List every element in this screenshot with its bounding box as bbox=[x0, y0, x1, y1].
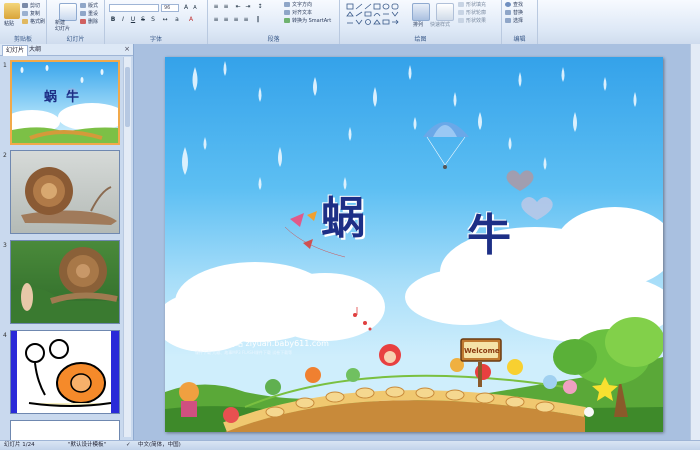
slide-canvas[interactable]: 蜗 牛 Welcome 幼教资源网站 ziyuan.baby611.com 课件… bbox=[165, 57, 663, 432]
new-slide-icon[interactable] bbox=[59, 3, 77, 21]
font-group-label: 字体 bbox=[149, 36, 162, 43]
justify-icon[interactable]: ≡ bbox=[242, 16, 250, 24]
layout-button[interactable]: 版式 bbox=[80, 2, 98, 9]
line-spacing-icon[interactable]: ↕ bbox=[256, 3, 264, 11]
arrange-button[interactable]: 排列 bbox=[413, 21, 423, 28]
slides-panel: 幻灯片 大纲 × 1 蜗 牛 2 3 4 bbox=[0, 44, 134, 440]
grow-font-icon[interactable]: A bbox=[182, 4, 190, 12]
shape-effects-button[interactable]: 形状效果 bbox=[458, 17, 486, 24]
bold-icon[interactable]: B bbox=[109, 16, 117, 24]
new-slide-button[interactable]: 新建 幻灯片 bbox=[55, 20, 70, 32]
heart-balloon-2 bbox=[521, 196, 553, 220]
underline-icon[interactable]: U bbox=[129, 16, 137, 24]
thumbnail-number: 1 bbox=[3, 62, 7, 69]
font-color-icon[interactable]: A bbox=[187, 16, 195, 24]
font-name-select[interactable] bbox=[109, 4, 159, 12]
watermark: 幼教资源网站 ziyuan.baby611.com 课件下载 儿歌、故事MP3 … bbox=[195, 338, 329, 356]
convert-smartart-button[interactable]: 转换为 SmartArt bbox=[284, 17, 331, 24]
heart-balloon-1 bbox=[506, 170, 534, 191]
strikethrough-icon[interactable]: S bbox=[139, 16, 147, 24]
slide-thumbnail-5[interactable] bbox=[10, 420, 120, 440]
close-icon[interactable]: × bbox=[124, 45, 130, 54]
slides-group-label: 幻灯片 bbox=[66, 36, 85, 43]
align-right-icon[interactable]: ≡ bbox=[232, 16, 240, 24]
clouds bbox=[165, 207, 663, 352]
watermark-main: 幼教资源网站 ziyuan.baby611.com bbox=[195, 339, 329, 348]
align-center-icon[interactable]: ≡ bbox=[222, 16, 230, 24]
text-direction-button[interactable]: 文字方向 bbox=[284, 1, 312, 8]
quick-styles-icon[interactable] bbox=[436, 3, 454, 21]
shrink-font-icon[interactable]: A bbox=[191, 4, 199, 12]
editing-group-label: 编辑 bbox=[513, 36, 526, 43]
thumbnail-1-title: 蜗 牛 bbox=[44, 90, 80, 105]
quick-styles-button[interactable]: 快速样式 bbox=[430, 21, 450, 28]
char-spacing-icon[interactable]: ↔ bbox=[161, 16, 169, 24]
slide-thumbnail-4[interactable] bbox=[10, 330, 120, 414]
editing-group: 查找 替换 选择 编辑 bbox=[502, 0, 538, 44]
paste-button[interactable]: 粘贴 bbox=[4, 20, 14, 27]
tab-outline[interactable]: 大纲 bbox=[26, 45, 44, 55]
increase-indent-icon[interactable]: ⇥ bbox=[244, 3, 252, 11]
snail-photo bbox=[21, 167, 117, 225]
paragraph-group-label: 段落 bbox=[267, 36, 280, 43]
decrease-indent-icon[interactable]: ⇤ bbox=[234, 3, 242, 11]
delete-slide-button[interactable]: 删除 bbox=[80, 18, 98, 25]
numbering-icon[interactable]: ≡ bbox=[222, 3, 230, 11]
select-button[interactable]: 选择 bbox=[505, 17, 523, 24]
copy-button[interactable]: 复制 bbox=[22, 10, 40, 17]
thumbnail-number: 2 bbox=[3, 152, 7, 159]
find-button[interactable]: 查找 bbox=[505, 1, 523, 8]
thumbnail-number: 4 bbox=[3, 332, 7, 339]
slide-editor: 蜗 牛 Welcome 幼教资源网站 ziyuan.baby611.com 课件… bbox=[134, 44, 700, 440]
paragraph-group: ≡ ≡ ⇤ ⇥ ↕ ≡ ≡ ≡ ≡ ‖ 文字方向 对齐文本 转换为 SmartA… bbox=[208, 0, 340, 44]
panel-scrollbar-thumb[interactable] bbox=[125, 67, 130, 127]
snail-illustration bbox=[11, 247, 119, 323]
clipboard-group: 粘贴 剪切 复制 格式刷 剪贴板 bbox=[0, 0, 47, 44]
cut-button[interactable]: 剪切 bbox=[22, 2, 40, 9]
slide-thumbnail-3[interactable] bbox=[10, 240, 120, 324]
shapes-gallery[interactable] bbox=[346, 3, 404, 29]
bullets-icon[interactable]: ≡ bbox=[212, 3, 220, 11]
panel-scrollbar[interactable] bbox=[123, 57, 131, 437]
font-size-select[interactable]: 96 bbox=[161, 4, 179, 12]
slides-group: 新建 幻灯片 版式 重设 删除 幻灯片 bbox=[47, 0, 105, 44]
slide-thumbnail-2[interactable] bbox=[10, 150, 120, 234]
thumbnail-number: 3 bbox=[3, 242, 7, 249]
tab-slides[interactable]: 幻灯片 bbox=[2, 45, 29, 56]
watermark-sub: 课件下载 儿歌、故事MP3 FLASH课件下载 试卷下载等 bbox=[195, 350, 293, 355]
slide-thumbnail-1[interactable]: 蜗 牛 bbox=[10, 60, 120, 145]
align-left-icon[interactable]: ≡ bbox=[212, 16, 220, 24]
editor-scrollbar[interactable] bbox=[690, 44, 700, 440]
columns-icon[interactable]: ‖ bbox=[254, 16, 262, 24]
italic-icon[interactable]: I bbox=[119, 16, 127, 24]
change-case-icon[interactable]: a bbox=[173, 16, 181, 24]
panel-tabs: 幻灯片 大纲 × bbox=[0, 44, 133, 56]
shape-outline-button[interactable]: 形状轮廓 bbox=[458, 9, 486, 16]
slide-title-char-1[interactable]: 蜗 bbox=[321, 182, 365, 246]
align-text-button[interactable]: 对齐文本 bbox=[284, 9, 312, 16]
paste-icon[interactable] bbox=[4, 3, 20, 19]
slide-title-char-2[interactable]: 牛 bbox=[467, 199, 511, 263]
format-painter-button[interactable]: 格式刷 bbox=[22, 18, 45, 25]
replace-button[interactable]: 替换 bbox=[505, 9, 523, 16]
shadow-icon[interactable]: S bbox=[149, 16, 157, 24]
arrange-icon[interactable] bbox=[412, 3, 430, 21]
drawing-group: 排列 快速样式 形状填充 形状轮廓 形状效果 绘图 bbox=[340, 0, 502, 44]
clipboard-group-label: 剪贴板 bbox=[13, 36, 32, 43]
drawing-group-label: 绘图 bbox=[414, 36, 427, 43]
slide-background-art bbox=[165, 61, 663, 432]
cartoon-snail bbox=[25, 339, 112, 407]
reset-button[interactable]: 重设 bbox=[80, 10, 98, 17]
ribbon: 粘贴 剪切 复制 格式刷 剪贴板 新建 幻灯片 版式 重设 删除 幻灯片 96 … bbox=[0, 0, 700, 45]
welcome-sign-text: Welcome bbox=[464, 347, 500, 355]
font-group: 96 A A B I U S S ↔ a A 字体 bbox=[105, 0, 208, 44]
raindrops bbox=[182, 61, 637, 190]
shape-fill-button[interactable]: 形状填充 bbox=[458, 1, 486, 8]
parachute bbox=[423, 122, 469, 169]
